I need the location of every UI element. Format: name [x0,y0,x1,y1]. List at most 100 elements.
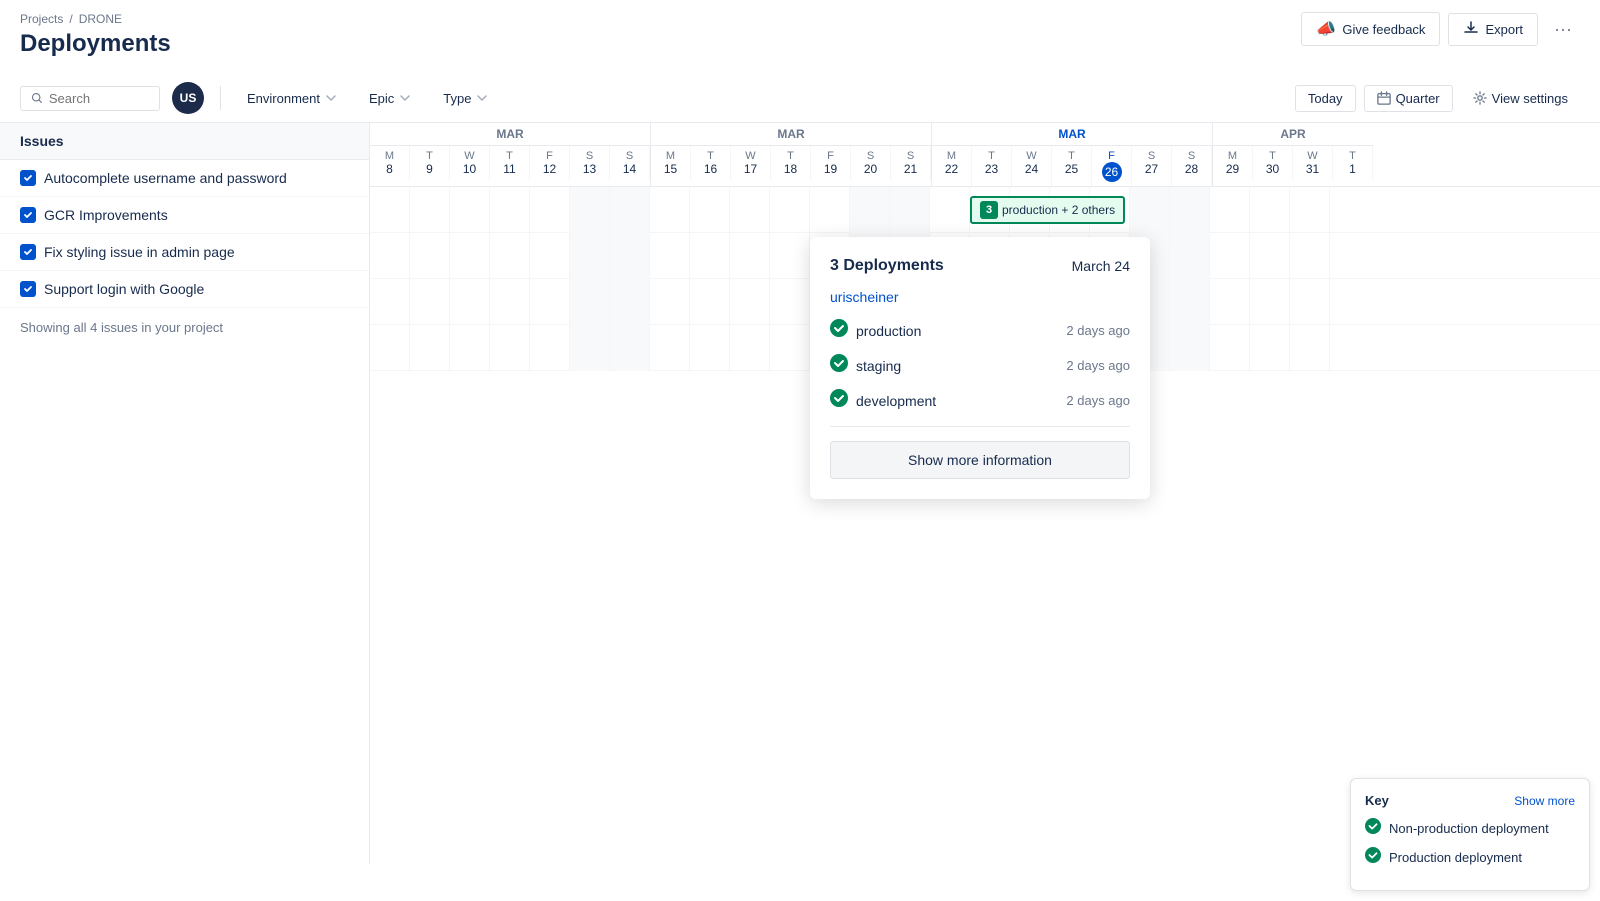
calendar-header: MAR M8 T9 W10 T11 F12 S13 S14 MAR [370,123,1600,187]
today-button[interactable]: Today [1295,85,1356,112]
breadcrumb-project: DRONE [79,12,122,26]
day-col: W31 [1293,146,1333,180]
day-col: F12 [530,146,570,180]
day-col: S14 [610,146,650,180]
search-box[interactable] [20,86,160,111]
day-col: S13 [570,146,610,180]
top-actions: 📣 Give feedback Export ··· [1301,12,1580,46]
issue-checkbox [20,207,36,223]
day-col: W10 [450,146,490,180]
settings-icon [1473,91,1487,105]
deployment-bar-label: production + 2 others [1002,203,1115,217]
day-col-today: F26 [1092,146,1132,186]
calendar-body: 3 production + 2 others 3 Deployments Ma… [370,187,1600,371]
avatar: US [172,82,204,114]
chevron-down-icon [476,92,488,104]
day-col: F19 [811,146,851,180]
day-col: T16 [691,146,731,180]
day-col: M29 [1213,146,1253,180]
issue-item[interactable]: Autocomplete username and password [0,160,369,197]
popup-item-staging: staging 2 days ago [830,354,1130,377]
page-header: Projects / DRONE Deployments 📣 Give feed… [0,0,1600,74]
view-settings-button[interactable]: View settings [1461,86,1580,111]
popup-time-production: 2 days ago [1066,323,1130,338]
legend-item-prod: Production deployment [1365,847,1575,864]
check-icon [830,354,848,377]
legend-item-nonprod: Non-production deployment [1365,818,1575,839]
show-more-info-button[interactable]: Show more information [830,441,1130,479]
legend-box: Key Show more Non-production deployment [1350,778,1590,864]
deployment-badge: 3 [980,201,998,219]
page-title: Deployments [20,30,171,58]
popup-user[interactable]: urischeiner [830,289,1130,305]
popup-item-development: development 2 days ago [830,389,1130,412]
check-icon [1365,847,1381,864]
day-col: M15 [651,146,691,180]
issues-header: Issues [0,123,369,160]
more-button[interactable]: ··· [1546,13,1580,46]
environment-filter[interactable]: Environment [237,86,347,111]
day-col: W24 [1012,146,1052,186]
toolbar-divider [220,86,221,110]
quarter-button[interactable]: Quarter [1364,85,1453,112]
month-label-mar1: MAR [370,123,650,146]
deployment-bar[interactable]: 3 production + 2 others [970,196,1125,224]
issue-item[interactable]: Support login with Google [0,271,369,308]
toolbar: US Environment Epic Type Today Quarter V… [0,74,1600,123]
issue-text: Support login with Google [44,281,204,297]
popup-time-staging: 2 days ago [1066,358,1130,373]
calendar-scroll: MAR M8 T9 W10 T11 F12 S13 S14 MAR [370,123,1600,371]
search-input[interactable] [49,91,149,106]
month-label-apr: APR [1213,123,1373,146]
breadcrumb-projects[interactable]: Projects [20,12,63,26]
day-col: T23 [972,146,1012,186]
popup-header: 3 Deployments March 24 [830,257,1130,275]
day-col: S27 [1132,146,1172,186]
type-filter[interactable]: Type [433,86,498,111]
day-col: S28 [1172,146,1212,186]
check-icon [1365,818,1381,839]
chevron-down-icon [325,92,337,104]
popup-item-production: production 2 days ago [830,319,1130,342]
legend-title: Key [1365,793,1389,808]
popup-env-staging: staging [856,358,901,374]
main-layout: Issues Autocomplete username and passwor… [0,123,1600,864]
day-col: W17 [731,146,771,180]
epic-filter[interactable]: Epic [359,86,421,111]
check-icon [830,319,848,342]
legend-show-more[interactable]: Show more [1514,794,1575,808]
deployment-popup: 3 Deployments March 24 urischeiner produ… [810,237,1150,499]
issues-list: Autocomplete username and password GCR I… [0,160,369,308]
day-col: T25 [1052,146,1092,186]
issue-checkbox [20,281,36,297]
search-icon [31,91,43,105]
day-col: T9 [410,146,450,180]
day-col: T30 [1253,146,1293,180]
issue-text: Fix styling issue in admin page [44,244,235,260]
month-label-mar2: MAR [651,123,931,146]
issues-footer: Showing all 4 issues in your project [0,308,369,347]
export-button[interactable]: Export [1448,13,1538,46]
day-col: S21 [891,146,931,180]
popup-divider [830,426,1130,427]
popup-title: 3 Deployments [830,257,944,275]
feedback-button[interactable]: 📣 Give feedback [1301,12,1440,46]
popup-time-development: 2 days ago [1066,393,1130,408]
popup-env-production: production [856,323,921,339]
legend-header: Key Show more [1365,793,1575,808]
breadcrumb-separator: / [69,12,72,26]
issue-checkbox [20,170,36,186]
day-col: M22 [932,146,972,186]
day-col: S20 [851,146,891,180]
check-icon [830,389,848,412]
chevron-down-icon [399,92,411,104]
issue-item[interactable]: Fix styling issue in admin page [0,234,369,271]
export-icon [1463,20,1479,39]
issues-panel: Issues Autocomplete username and passwor… [0,123,370,864]
issue-checkbox [20,244,36,260]
day-col: M8 [370,146,410,180]
issue-item[interactable]: GCR Improvements [0,197,369,234]
calendar-area: MAR M8 T9 W10 T11 F12 S13 S14 MAR [370,123,1600,864]
issue-text: Autocomplete username and password [44,170,287,186]
day-col: T18 [771,146,811,180]
